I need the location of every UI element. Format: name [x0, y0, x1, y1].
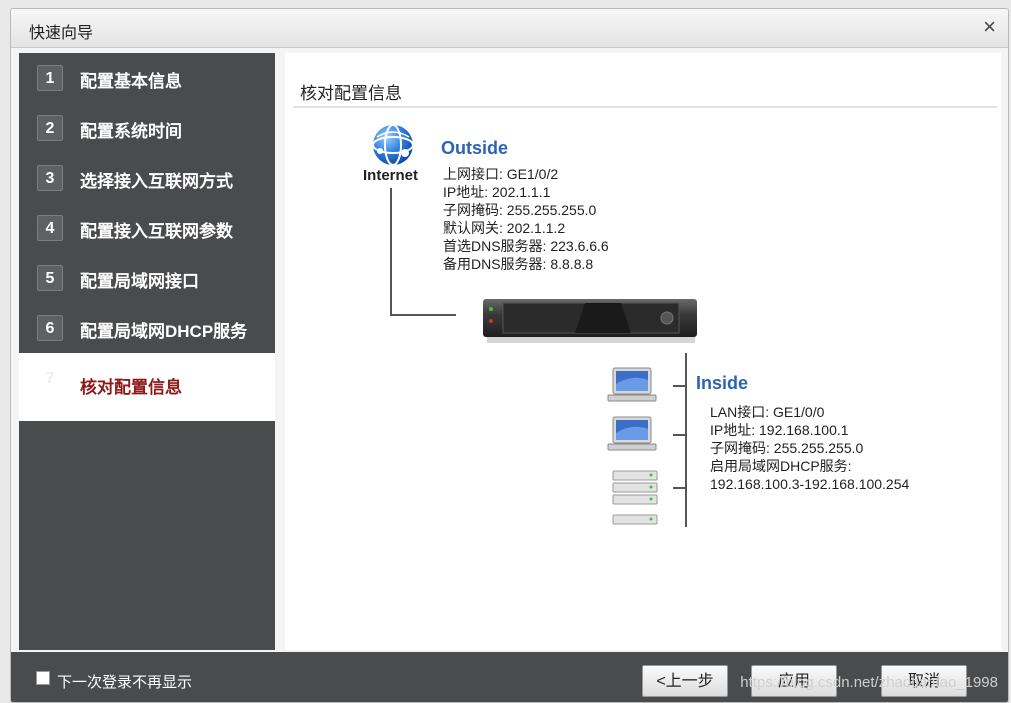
page-title: 核对配置信息: [300, 84, 402, 103]
step-number: 6: [37, 315, 63, 341]
lan-branch-line: [673, 385, 685, 387]
step-4[interactable]: 4 配置接入互联网参数: [19, 203, 275, 253]
outside-info-line: 首选DNS服务器: 223.6.6.6: [443, 238, 609, 254]
step-number: 5: [37, 265, 63, 291]
step-number: 3: [37, 165, 63, 191]
inside-info-line: 子网掩码: 255.255.255.0: [710, 440, 864, 456]
lan-branch-line: [673, 487, 685, 489]
outside-info-line: 备用DNS服务器: 8.8.8.8: [443, 256, 594, 272]
step-number: 7: [37, 365, 63, 391]
server-stack-icon: [611, 469, 659, 529]
close-icon[interactable]: ×: [983, 16, 996, 38]
quick-wizard-dialog: 快速向导 × 1 配置基本信息 2 配置系统时间 3 选择接入互联网方式 4 配…: [10, 8, 1009, 703]
outside-info-line: 子网掩码: 255.255.255.0: [443, 202, 597, 218]
wizard-body: 1 配置基本信息 2 配置系统时间 3 选择接入互联网方式 4 配置接入互联网参…: [11, 48, 1008, 652]
step-label: 选择接入互联网方式: [80, 172, 233, 191]
globe-icon: [371, 123, 415, 167]
step-label: 配置局域网DHCP服务: [80, 322, 248, 341]
summary-panel: 核对配置信息 Internet Outside 上网接口: GE1/0/2 IP…: [285, 53, 1001, 650]
step-6[interactable]: 6 配置局域网DHCP服务: [19, 303, 275, 353]
step-number: 1: [37, 65, 63, 91]
step-1[interactable]: 1 配置基本信息: [19, 53, 275, 103]
outside-heading: Outside: [441, 138, 509, 158]
inside-info-line: LAN接口: GE1/0/0: [710, 404, 825, 420]
dialog-title: 快速向导: [29, 25, 94, 42]
lan-bus-line: [685, 353, 687, 527]
step-7-active[interactable]: 7 核对配置信息: [19, 353, 275, 421]
laptop-icon: [607, 366, 657, 406]
dont-show-again-checkbox[interactable]: [36, 671, 50, 685]
outside-info-line: IP地址: 202.1.1.1: [443, 184, 551, 200]
outside-info: 上网接口: GE1/0/2 IP地址: 202.1.1.1 子网掩码: 255.…: [443, 165, 609, 273]
internet-label: Internet: [363, 167, 419, 184]
step-label: 配置局域网接口: [80, 272, 199, 291]
wan-link-line: [390, 314, 456, 316]
title-divider: [293, 106, 997, 108]
step-label: 配置接入互联网参数: [80, 222, 233, 241]
inside-heading: Inside: [696, 373, 749, 393]
step-5[interactable]: 5 配置局域网接口: [19, 253, 275, 303]
inside-info-line: 192.168.100.3-192.168.100.254: [710, 476, 910, 492]
firewall-device-icon: [481, 293, 701, 345]
step-3[interactable]: 3 选择接入互联网方式: [19, 153, 275, 203]
step-label: 配置系统时间: [80, 122, 182, 141]
inside-info-line: IP地址: 192.168.100.1: [710, 422, 849, 438]
step-number: 4: [37, 215, 63, 241]
wan-link-line: [390, 188, 392, 316]
step-2[interactable]: 2 配置系统时间: [19, 103, 275, 153]
step-label: 核对配置信息: [80, 378, 182, 397]
outside-info-line: 上网接口: GE1/0/2: [443, 166, 559, 182]
inside-info-line: 启用局域网DHCP服务:: [710, 458, 852, 474]
inside-info: LAN接口: GE1/0/0 IP地址: 192.168.100.1 子网掩码:…: [710, 403, 909, 493]
dialog-footer: 下一次登录不再显示 <上一步 应用 取消 https://blog.csdn.n…: [11, 652, 1008, 702]
watermark-text: https://blog.csdn.net/zhaotiantao_1998: [740, 674, 998, 691]
outside-info-line: 默认网关: 202.1.1.2: [443, 220, 566, 236]
laptop-icon: [607, 415, 657, 455]
lan-branch-line: [673, 434, 685, 436]
title-bar: 快速向导 ×: [11, 9, 1008, 48]
previous-button[interactable]: <上一步: [642, 665, 728, 697]
step-label: 配置基本信息: [80, 72, 182, 91]
wizard-steps-sidebar: 1 配置基本信息 2 配置系统时间 3 选择接入互联网方式 4 配置接入互联网参…: [19, 53, 275, 650]
dont-show-again-label[interactable]: 下一次登录不再显示: [57, 671, 192, 692]
step-number: 2: [37, 115, 63, 141]
